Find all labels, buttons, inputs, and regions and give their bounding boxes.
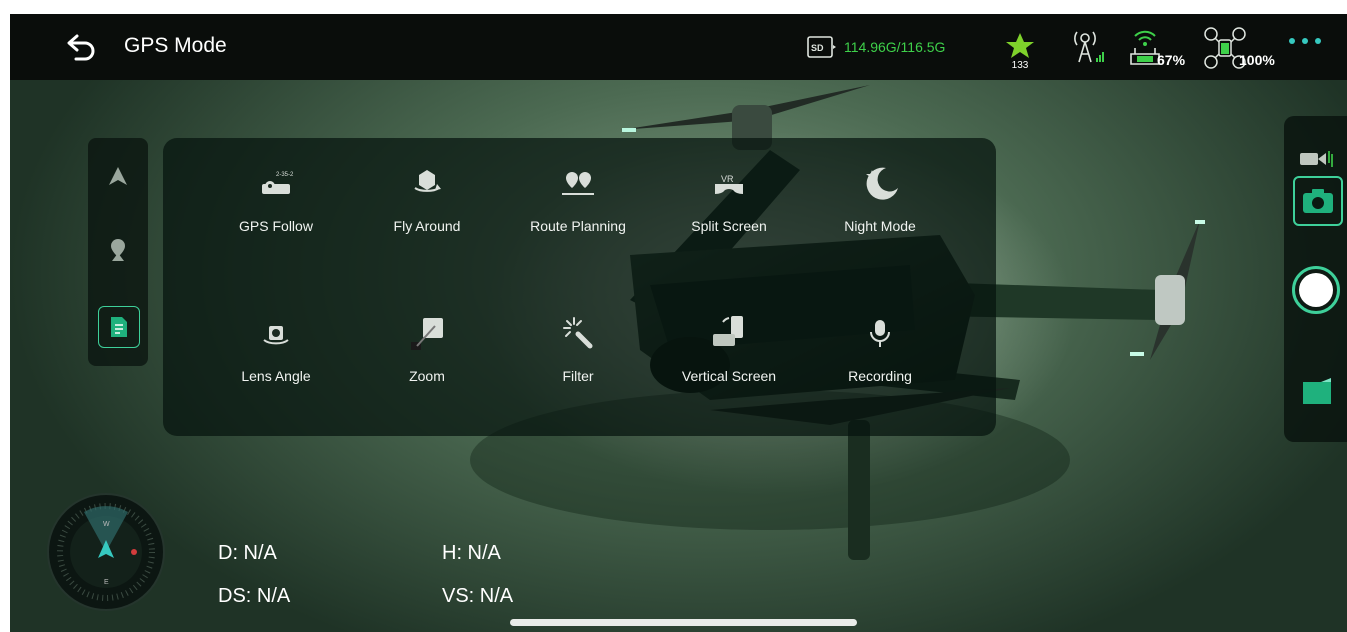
satellite-count: 133 (1011, 60, 1029, 71)
telemetry-vertical-speed: VS: N/A (442, 585, 514, 607)
function-vertical-screen[interactable]: Vertical Screen (654, 314, 804, 394)
function-fly-around[interactable]: Fly Around (352, 164, 502, 244)
function-night-mode[interactable]: Night Mode (805, 164, 955, 244)
vr-split-screen-icon: VR (715, 174, 743, 194)
camera-controls (1284, 116, 1347, 442)
route-planning-icon (562, 172, 594, 195)
telemetry-horizontal-speed: DS: N/A (218, 585, 291, 607)
function-zoom[interactable]: Zoom (352, 314, 502, 394)
location-pin-icon (111, 239, 125, 261)
gps-follow-icon: 2-35-2 (262, 172, 294, 194)
svg-text:2-35-2: 2-35-2 (276, 172, 294, 178)
svg-text:W: W (103, 521, 110, 528)
photo-mode-button[interactable] (1293, 176, 1343, 226)
svg-text:VR: VR (721, 174, 734, 184)
function-lens-angle[interactable]: Lens Angle (201, 314, 351, 394)
zoom-icon (411, 318, 443, 350)
function-recording[interactable]: Recording (805, 314, 955, 394)
remote-battery-percent: 67% (1157, 52, 1186, 68)
compass-radar-icon: W E (47, 493, 165, 611)
top-status-bar: GPS Mode SD 114.96G/116.5G 133 67% 100% (10, 14, 1347, 80)
shutter-button[interactable] (1292, 266, 1340, 314)
night-mode-icon (866, 167, 898, 200)
function-gps-follow[interactable]: 2-35-2 GPS Follow (201, 164, 351, 244)
gallery-folder-icon[interactable] (1301, 376, 1335, 406)
side-tab-aircraft[interactable] (98, 156, 138, 196)
more-menu-icon[interactable] (1289, 38, 1321, 44)
camera-icon (1303, 189, 1333, 213)
storage-value: 114.96G/116.5G (844, 39, 946, 55)
side-tab-location[interactable] (98, 230, 138, 270)
telemetry-distance: D: N/A (218, 542, 277, 564)
function-split-screen[interactable]: VR Split Screen (654, 164, 804, 244)
mode-tab-column (88, 138, 148, 366)
drone-battery-percent: 100% (1239, 52, 1275, 68)
sd-card-icon: SD (807, 36, 836, 58)
document-icon (111, 317, 127, 337)
telemetry-height: H: N/A (442, 542, 501, 564)
filter-wand-icon (563, 317, 593, 349)
side-tab-document[interactable] (98, 306, 140, 348)
function-route-planning[interactable]: Route Planning (503, 164, 653, 244)
function-panel: 2-35-2 GPS Follow Fly Around Route Plann… (163, 138, 996, 436)
signal-tower-icon (1074, 31, 1104, 63)
function-filter[interactable]: Filter (503, 314, 653, 394)
back-arrow-icon[interactable] (64, 30, 100, 64)
page-title: GPS Mode (124, 34, 227, 57)
vertical-screen-icon (713, 316, 743, 346)
fly-around-icon (414, 170, 441, 192)
svg-text:E: E (104, 579, 109, 586)
camera-view: GPS Mode SD 114.96G/116.5G 133 67% 100% … (10, 14, 1347, 632)
home-indicator[interactable] (510, 619, 857, 626)
storage-status: SD 114.96G/116.5G (807, 35, 945, 59)
video-camera-switch-icon[interactable] (1298, 148, 1334, 170)
lens-angle-icon (263, 326, 289, 345)
aircraft-icon (109, 167, 127, 185)
svg-text:SD: SD (811, 43, 824, 53)
microphone-icon (870, 320, 890, 347)
